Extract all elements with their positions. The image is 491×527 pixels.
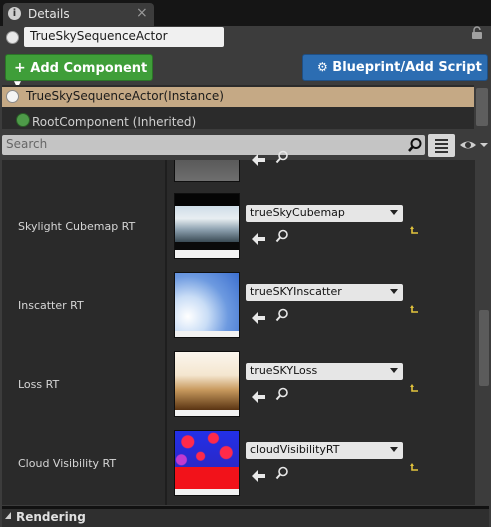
browse-find-icon[interactable] <box>275 465 289 480</box>
chevron-down-icon <box>390 447 398 452</box>
details-scrollbar[interactable] <box>479 310 489 386</box>
browse-find-icon[interactable] <box>275 228 289 243</box>
browse-find-icon[interactable] <box>275 386 289 401</box>
actor-instance-icon <box>6 90 19 103</box>
reset-to-default-icon[interactable] <box>410 458 420 471</box>
chevron-down-icon <box>390 368 398 373</box>
texture-asset-dropdown[interactable]: cloudVisibilityRT <box>246 442 403 459</box>
reset-to-default-icon[interactable] <box>410 300 420 313</box>
texture-thumbnail[interactable] <box>174 351 240 417</box>
use-selected-arrow-icon[interactable] <box>252 151 266 166</box>
texture-thumbnail[interactable] <box>174 193 240 259</box>
use-selected-arrow-icon[interactable] <box>252 388 266 403</box>
texture-thumbnail[interactable] <box>174 430 240 496</box>
dropdown-value: trueSKYInscatter <box>250 285 342 298</box>
dropdown-value: cloudVisibilityRT <box>250 443 340 456</box>
expand-arrow-icon[interactable] <box>5 512 11 519</box>
texture-thumbnail[interactable] <box>174 272 240 338</box>
search-input[interactable]: Search <box>2 135 425 155</box>
chevron-down-icon <box>390 289 398 294</box>
texture-asset-dropdown[interactable]: trueSKYLoss <box>246 363 403 380</box>
dropdown-value: trueSKYLoss <box>250 364 318 377</box>
texture-asset-dropdown[interactable]: trueSKYInscatter <box>246 284 403 301</box>
details-info-icon: i <box>8 7 21 20</box>
script-gear-icon: ⚙ <box>317 60 328 74</box>
search-icon[interactable] <box>407 137 423 153</box>
tree-scrollbar[interactable] <box>476 88 488 126</box>
texture-asset-dropdown[interactable]: trueSkyCubemap <box>246 205 403 222</box>
tree-item-root-label[interactable]: RootComponent (Inherited) <box>32 115 196 129</box>
tab-details[interactable]: i Details × <box>3 3 154 26</box>
browse-find-icon[interactable] <box>275 149 289 164</box>
blueprint-label: Blueprint/Add Script <box>332 60 482 75</box>
dropdown-value: trueSkyCubemap <box>250 206 345 219</box>
use-selected-arrow-icon[interactable] <box>252 230 266 245</box>
actor-name-field[interactable]: TrueSkySequenceActor <box>24 27 224 47</box>
tab-title: Details <box>28 7 70 21</box>
use-selected-arrow-icon[interactable] <box>252 309 266 324</box>
chevron-down-icon <box>390 210 398 215</box>
reset-to-default-icon[interactable] <box>410 221 420 234</box>
lock-icon[interactable] <box>471 26 485 46</box>
add-component-label: Add Component <box>30 61 148 76</box>
column-divider[interactable] <box>165 160 167 505</box>
blueprint-add-script-button[interactable]: ⚙ Blueprint/Add Script <box>302 54 488 81</box>
use-selected-arrow-icon[interactable] <box>252 467 266 482</box>
plus-icon: + <box>14 60 26 76</box>
actor-icon <box>6 31 19 44</box>
property-label: Skylight Cubemap RT <box>18 220 136 233</box>
browse-find-icon[interactable] <box>275 307 289 322</box>
property-label: Cloud Visibility RT <box>18 457 117 470</box>
eye-visibility-icon[interactable] <box>458 137 490 153</box>
property-label: Inscatter RT <box>18 299 84 312</box>
texture-thumbnail[interactable] <box>174 160 240 182</box>
add-component-button[interactable]: + Add Component ▼ <box>5 54 153 90</box>
root-component-icon <box>16 113 30 127</box>
property-label: Loss RT <box>18 378 60 391</box>
close-icon[interactable]: × <box>136 5 148 21</box>
view-options-button[interactable] <box>428 134 455 157</box>
category-label: Rendering <box>16 510 86 524</box>
reset-to-default-icon[interactable] <box>410 379 420 392</box>
tree-item-label: TrueSkySequenceActor(Instance) <box>26 89 224 103</box>
